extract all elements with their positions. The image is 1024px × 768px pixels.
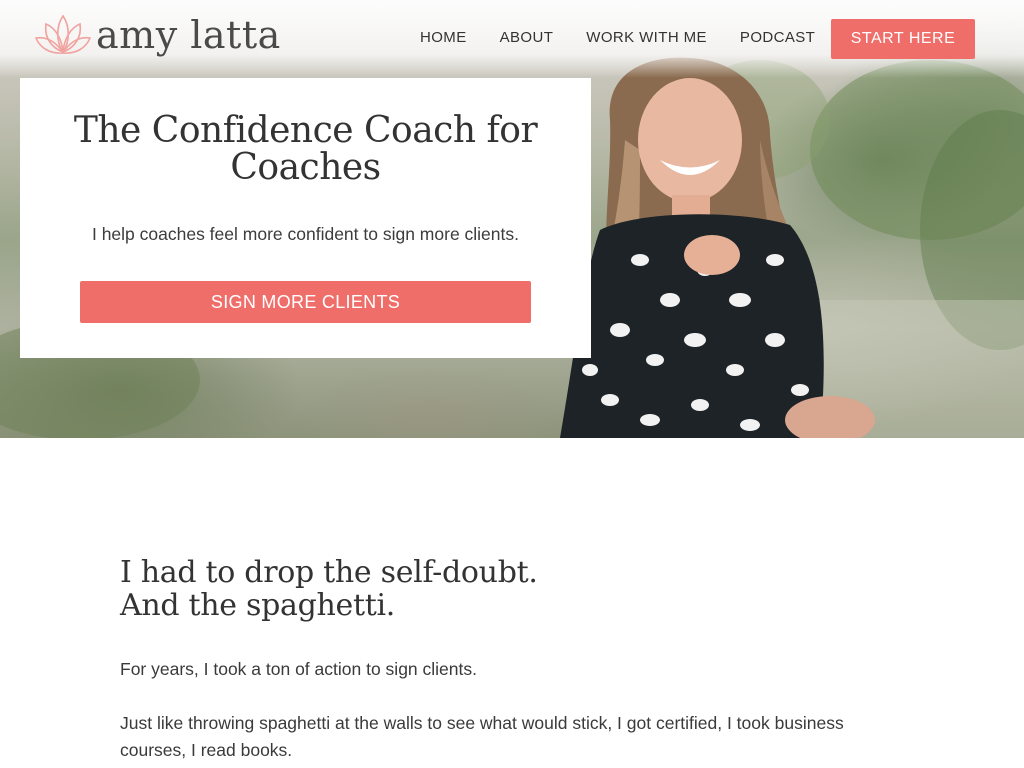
page: amy latta HOME ABOUT WORK WITH ME PODCAS…: [0, 0, 1024, 768]
sign-more-clients-button[interactable]: SIGN MORE CLIENTS: [80, 281, 531, 323]
logo-text: amy latta: [96, 13, 281, 57]
nav-work-with-me[interactable]: WORK WITH ME: [586, 29, 707, 46]
main-nav: HOME ABOUT WORK WITH ME PODCAST: [420, 29, 848, 46]
story-section: I had to drop the self-doubt. And the sp…: [120, 556, 910, 760]
story-paragraph-1: For years, I took a ton of action to sig…: [120, 659, 477, 679]
hero-subtitle: I help coaches feel more confident to si…: [91, 224, 520, 244]
section-title: I had to drop the self-doubt. And the sp…: [120, 556, 910, 622]
section-title-line-1: I had to drop the self-doubt.: [120, 555, 538, 590]
start-here-button[interactable]: START HERE: [831, 19, 975, 59]
lotus-icon: [34, 14, 92, 54]
nav-home[interactable]: HOME: [420, 29, 467, 46]
site-header: amy latta HOME ABOUT WORK WITH ME PODCAS…: [0, 0, 1024, 78]
logo[interactable]: amy latta: [34, 12, 281, 58]
nav-about[interactable]: ABOUT: [500, 29, 554, 46]
hero-title: The Confidence Coach for Coaches: [73, 110, 538, 188]
nav-podcast[interactable]: PODCAST: [740, 29, 815, 46]
story-paragraph-2: Just like throwing spaghetti at the wall…: [120, 713, 844, 760]
hero-card: The Confidence Coach for Coaches I help …: [20, 78, 591, 358]
section-title-line-2: And the spaghetti.: [120, 588, 396, 623]
